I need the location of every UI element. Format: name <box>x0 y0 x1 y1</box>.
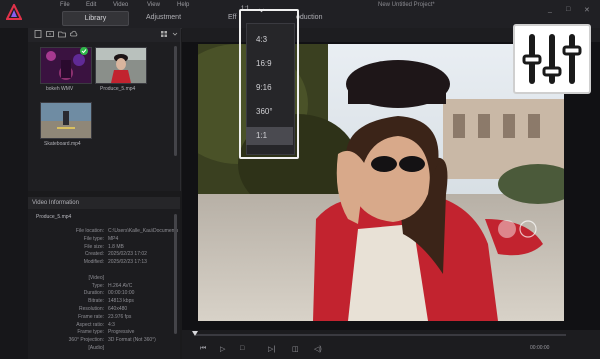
snapshot-icon[interactable]: ◫ <box>292 345 299 353</box>
thumbnail-produce[interactable] <box>95 47 147 84</box>
video-info-row: Frame rate: 23.976 fps <box>28 314 178 322</box>
video-info-row: 360° Projection: 3D Format (Not 360°) <box>28 337 178 345</box>
import-icon[interactable] <box>46 30 54 38</box>
aspect-ratio-option-9-16[interactable]: 9:16 <box>246 79 293 97</box>
play-icon[interactable]: ▷ <box>220 345 225 353</box>
video-info-row <box>28 267 178 275</box>
menu-view[interactable]: View <box>147 2 160 8</box>
close-button[interactable]: ✕ <box>584 6 590 14</box>
video-info-value: 3D Format (Not 360°) <box>108 337 156 344</box>
cloud-icon[interactable] <box>70 30 78 38</box>
video-info-key: Modified: <box>83 259 104 266</box>
video-info-row: Resolution: 640x480 <box>28 306 178 314</box>
video-info-key: Type: <box>91 282 104 289</box>
left-side-strip <box>0 28 28 359</box>
menu-video[interactable]: Video <box>113 2 128 8</box>
video-info-row: Frame type: Progressive <box>28 329 178 337</box>
video-info-row: [Audio] <box>28 345 178 353</box>
new-file-icon[interactable] <box>34 30 42 38</box>
aspect-ratio-option-360[interactable]: 360° <box>246 103 293 121</box>
volume-icon[interactable]: ◁) <box>314 345 322 353</box>
next-frame-icon[interactable]: ▷| <box>268 345 275 353</box>
video-info-value: 4:3 <box>108 321 115 328</box>
video-info-value: 23.976 fps <box>108 313 132 320</box>
check-icon <box>80 47 88 55</box>
chevron-down-icon[interactable] <box>171 30 179 38</box>
library-scrollbar[interactable] <box>174 46 177 156</box>
thumbnail-label: Produce_5.mp4 <box>100 86 136 92</box>
prev-frame-icon[interactable]: ⏮ <box>200 345 206 353</box>
video-info-value: Progressive <box>108 329 135 336</box>
video-info-key: Created: <box>84 251 104 258</box>
video-info-key: Bitrate: <box>88 298 104 305</box>
stop-icon[interactable]: □ <box>240 345 244 352</box>
seek-bar[interactable] <box>196 334 566 336</box>
aspect-ratio-option-1-1[interactable]: 1:1 <box>246 127 293 145</box>
tab-production[interactable]: oduction <box>296 14 322 21</box>
tab-library[interactable]: Library <box>62 11 129 26</box>
video-info-row: File type: MP4 <box>28 236 178 244</box>
video-info-row: Bitrate: 14813 kbps <box>28 298 178 306</box>
video-info-row: Type: H.264 AVC <box>28 283 178 291</box>
maximize-button[interactable]: □ <box>566 6 570 13</box>
project-title: New Untitled Project* <box>378 2 435 8</box>
video-info-value: 00:00:10:00 <box>108 290 135 297</box>
video-info-header: Video Information <box>28 197 180 209</box>
thumbnail-skateboard[interactable] <box>40 102 92 139</box>
time-readout: 00:00:00 <box>530 345 550 351</box>
settings-sliders-icon[interactable] <box>520 30 584 88</box>
video-info-key: File location: <box>75 228 104 234</box>
video-info-row: File size: 1.8 MB <box>28 244 178 252</box>
video-info-row: Aspect ratio: 4:3 <box>28 322 178 330</box>
video-info-key: Frame type: <box>77 329 104 336</box>
video-info-key: [Video] <box>88 274 104 281</box>
video-info-key: 360° Projection: <box>68 337 104 344</box>
video-info-row: Duration: 00:00:10:00 <box>28 290 178 298</box>
menu-edit[interactable]: Edit <box>86 2 96 8</box>
menu-file[interactable]: File <box>60 2 70 8</box>
video-info-key: Frame rate: <box>78 313 104 320</box>
folder-icon[interactable] <box>58 30 66 38</box>
thumbnail-label: Skateboard.mp4 <box>44 141 81 147</box>
video-info-value: 1.8 MB <box>108 243 124 250</box>
video-info-key: [Audio] <box>88 345 104 351</box>
minimize-button[interactable]: _ <box>548 6 552 13</box>
video-info-rows: File location: C:\Users\Kalle_Kau\Documen… <box>28 228 178 358</box>
menu-help[interactable]: Help <box>177 2 189 8</box>
video-info-row: [Video] <box>28 275 178 283</box>
video-info-value: 14813 kbps <box>108 298 134 305</box>
video-info-key: Aspect ratio: <box>76 321 104 328</box>
video-info-value: 2025/02/23 17:02 <box>108 251 147 258</box>
video-info-row: File location: C:\Users\Kalle_Kau\Documen… <box>28 228 178 236</box>
video-info-value: C:\Users\Kalle_Kau\Documents\C... <box>108 228 178 234</box>
video-info-value: 640x480 <box>108 306 128 312</box>
video-info-value: 2025/02/23 17:13 <box>108 259 147 266</box>
aspect-ratio-option-16-9[interactable]: 16:9 <box>246 55 293 73</box>
video-info-value: H.264 AVC <box>108 282 133 289</box>
app-logo-icon <box>6 4 22 20</box>
grid-view-icon[interactable] <box>160 30 168 38</box>
video-info-value: MP4 <box>108 235 119 242</box>
video-info-key: Duration: <box>83 290 104 297</box>
tab-adjustment[interactable]: Adjustment <box>146 14 181 21</box>
video-info-scrollbar[interactable] <box>174 214 177 334</box>
video-info-key: File size: <box>84 243 104 250</box>
video-info-row: Created: 2025/02/23 17:02 <box>28 251 178 259</box>
playhead[interactable] <box>192 331 198 336</box>
video-info-row: Modified: 2025/02/23 17:13 <box>28 259 178 267</box>
video-info-key: Resolution: <box>78 306 104 312</box>
video-info-key: File type: <box>83 235 104 242</box>
thumbnail-label: bokeh WMV <box>46 86 74 92</box>
aspect-ratio-option-4-3[interactable]: 4:3 <box>246 31 293 49</box>
tab-effects[interactable]: Eff <box>228 14 236 21</box>
video-info-filename: Produce_5.mp4 <box>36 214 72 220</box>
